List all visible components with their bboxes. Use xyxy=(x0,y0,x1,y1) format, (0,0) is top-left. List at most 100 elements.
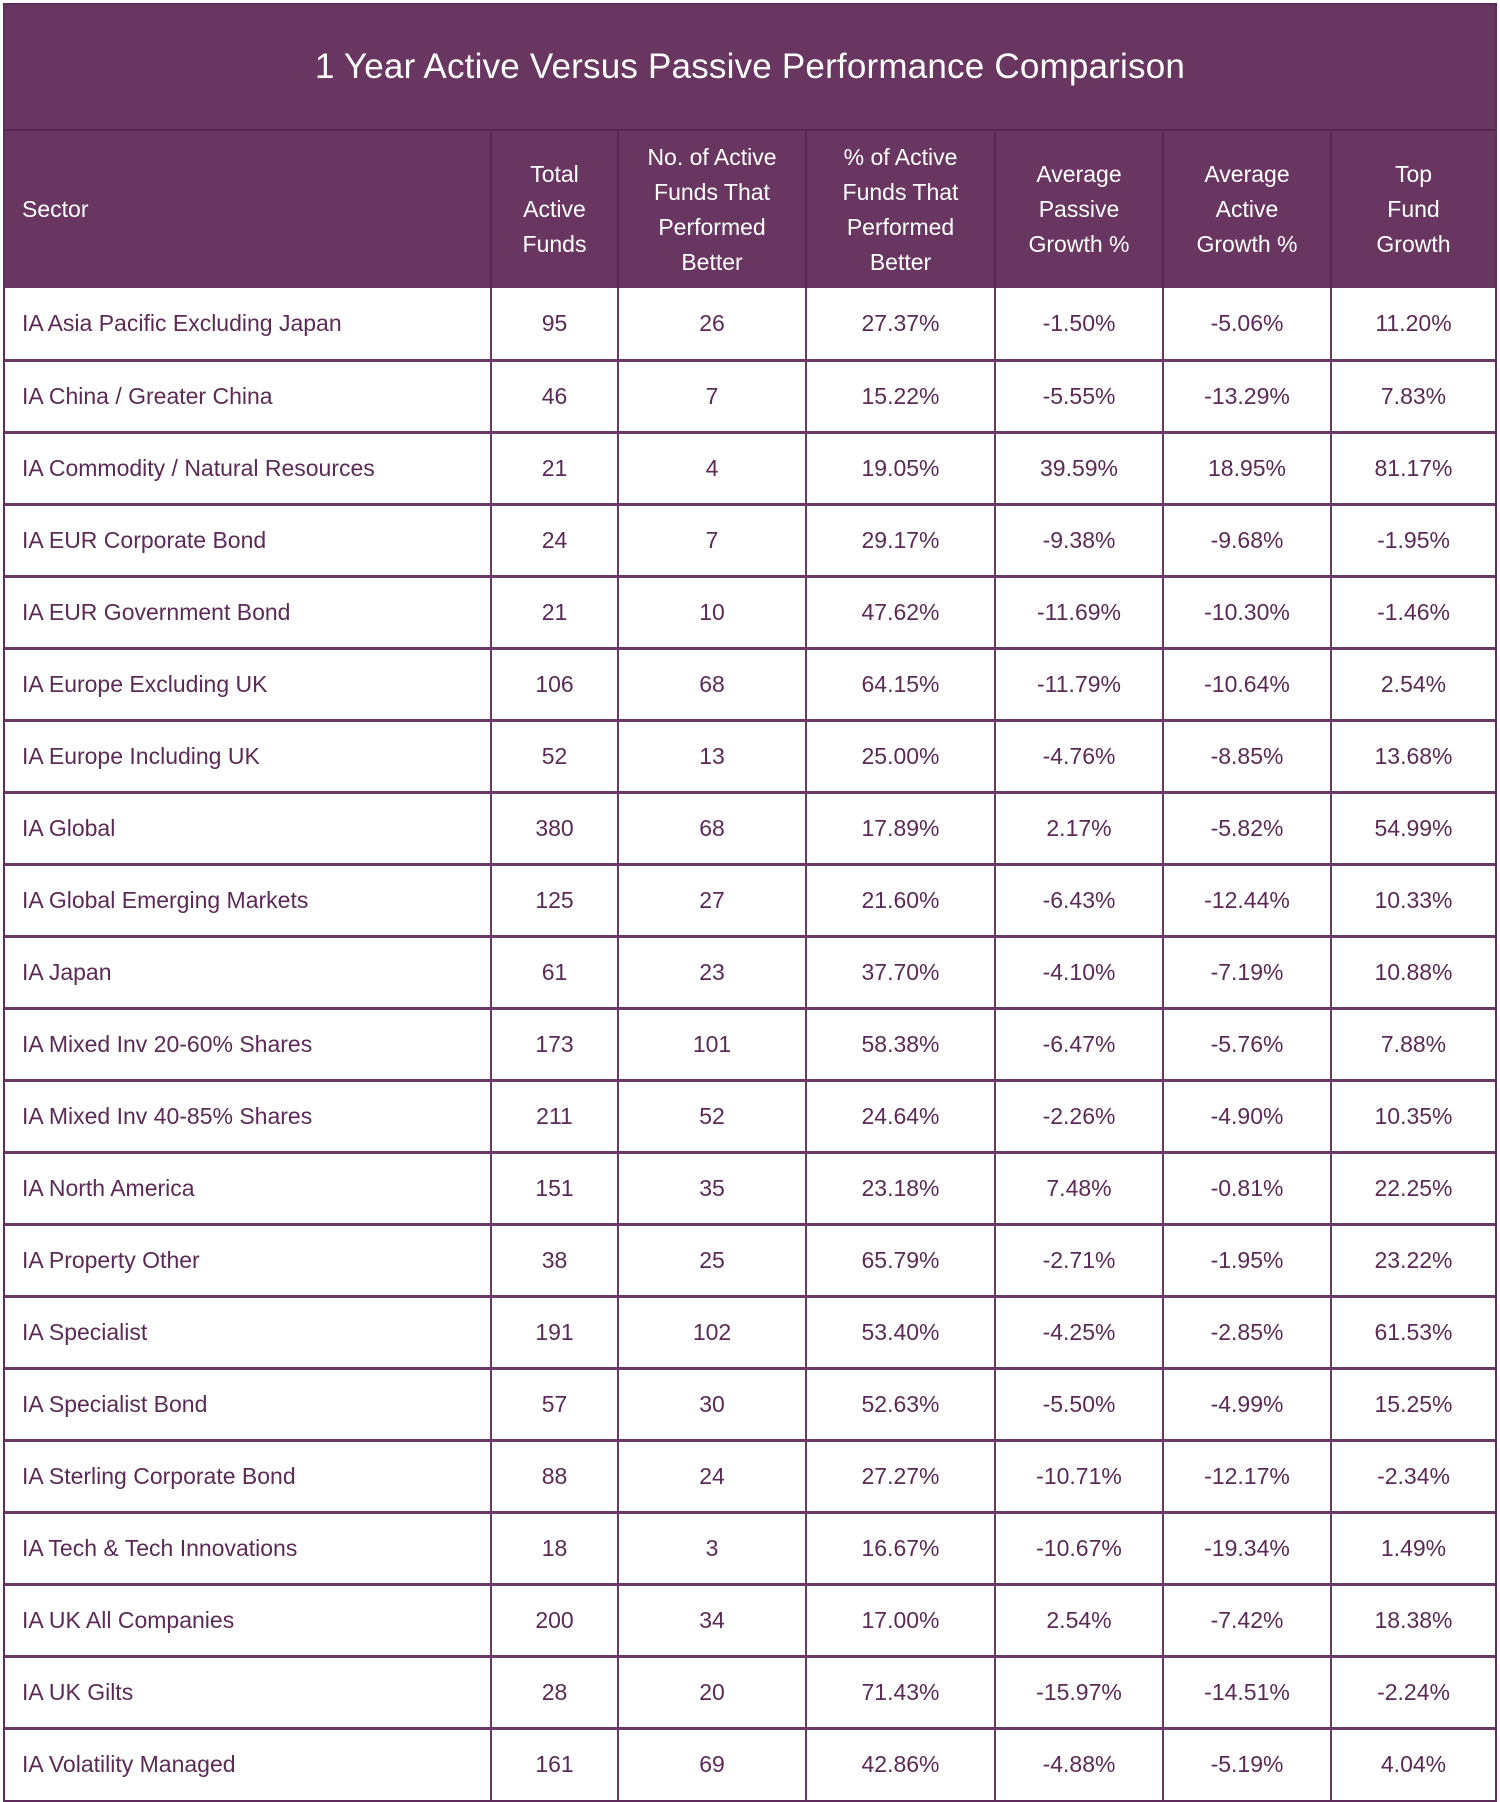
table-row: IA UK All Companies 200 34 17.00% 2.54% -7.42… xyxy=(5,1582,1495,1656)
top-fund-growth-cell: 2.54% xyxy=(1330,646,1495,720)
avg-passive-growth-cell: -4.25% xyxy=(994,1294,1163,1368)
avg-active-growth-cell: -7.19% xyxy=(1162,934,1331,1008)
table-row: IA UK Gilts 28 20 71.43% -15.97% -14.51% -2.24… xyxy=(5,1654,1495,1728)
avg-active-growth-cell: -10.30% xyxy=(1162,574,1331,648)
total-active-funds-cell: 24 xyxy=(490,502,618,576)
active-better-count-cell: 27 xyxy=(617,862,806,936)
avg-passive-growth-cell: -6.47% xyxy=(994,1006,1163,1080)
avg-passive-growth-cell: 2.54% xyxy=(994,1582,1163,1656)
table-row: IA Asia Pacific Excluding Japan 95 26 27.37… xyxy=(5,288,1495,360)
active-better-count-cell: 101 xyxy=(617,1006,806,1080)
avg-active-growth-cell: -5.76% xyxy=(1162,1006,1331,1080)
total-active-funds-cell: 61 xyxy=(490,934,618,1008)
top-fund-growth-cell: -1.46% xyxy=(1330,574,1495,648)
avg-active-growth-cell: -9.68% xyxy=(1162,502,1331,576)
table-row: IA Specialist Bond 57 30 52.63% -5.50% -4.99%… xyxy=(5,1366,1495,1440)
active-better-count-cell: 68 xyxy=(617,646,806,720)
top-fund-growth-cell: -1.95% xyxy=(1330,502,1495,576)
total-active-funds-cell: 38 xyxy=(490,1222,618,1296)
active-better-pct-cell: 64.15% xyxy=(805,646,995,720)
sector-cell: IA Volatility Managed xyxy=(5,1726,491,1800)
top-fund-growth-cell: 15.25% xyxy=(1330,1366,1495,1440)
avg-passive-growth-cell: -15.97% xyxy=(994,1654,1163,1728)
total-active-funds-cell: 18 xyxy=(490,1510,618,1584)
avg-passive-growth-cell: -10.71% xyxy=(994,1438,1163,1512)
top-fund-growth-cell: 10.35% xyxy=(1330,1078,1495,1152)
active-better-pct-cell: 24.64% xyxy=(805,1078,995,1152)
total-active-funds-cell: 151 xyxy=(490,1150,618,1224)
top-fund-growth-cell: 22.25% xyxy=(1330,1150,1495,1224)
table-row: IA Commodity / Natural Resources 21 4 19.05… xyxy=(5,430,1495,504)
active-better-count-cell: 4 xyxy=(617,430,806,504)
table-body: IA Asia Pacific Excluding Japan 95 26 27.37… xyxy=(5,288,1495,1800)
table-row: IA Europe Excluding UK 106 68 64.15% -11.79%… xyxy=(5,646,1495,720)
sector-cell: IA Asia Pacific Excluding Japan xyxy=(22,309,342,336)
active-better-count-cell: 23 xyxy=(617,934,806,1008)
top-fund-growth-cell: -2.34% xyxy=(1330,1438,1495,1512)
total-active-funds-cell: 161 xyxy=(490,1726,618,1800)
top-fund-growth-cell: 7.88% xyxy=(1330,1006,1495,1080)
top-fund-growth-cell: 13.68% xyxy=(1330,718,1495,792)
avg-passive-growth-cell: -6.43% xyxy=(994,862,1163,936)
active-better-count-cell: 13 xyxy=(617,718,806,792)
active-better-pct-cell: 37.70% xyxy=(805,934,995,1008)
sector-cell: IA Europe Excluding UK xyxy=(5,646,491,720)
active-better-count-cell: 26 xyxy=(617,288,806,360)
active-better-pct-cell: 58.38% xyxy=(805,1006,995,1080)
top-fund-growth-cell: 18.38% xyxy=(1330,1582,1495,1656)
total-active-funds-cell: 106 xyxy=(490,646,618,720)
sector-cell: IA North America xyxy=(5,1150,491,1224)
top-fund-growth-cell: 81.17% xyxy=(1330,430,1495,504)
sector-cell: IA Specialist Bond xyxy=(5,1366,491,1440)
sector-cell: IA China / Greater China xyxy=(5,358,491,432)
total-active-funds-cell: 200 xyxy=(490,1582,618,1656)
avg-active-growth-cell: -5.82% xyxy=(1162,790,1331,864)
active-better-pct-cell: 23.18% xyxy=(805,1150,995,1224)
column-header-no-active-better: No. of Active Funds That Performed Bette… xyxy=(617,131,806,288)
active-better-count-cell: 52 xyxy=(617,1078,806,1152)
total-active-funds-cell: 46 xyxy=(490,358,618,432)
table-row: IA Japan 61 23 37.70% -4.10% -7.19% 10.88% xyxy=(5,934,1495,1008)
sector-cell: IA Mixed Inv 20-60% Shares xyxy=(5,1006,491,1080)
avg-active-growth-cell: -0.81% xyxy=(1162,1150,1331,1224)
avg-passive-growth-cell: 7.48% xyxy=(994,1150,1163,1224)
active-better-count-cell: 30 xyxy=(617,1366,806,1440)
column-header-label: Average Active Growth % xyxy=(1196,161,1298,257)
active-better-pct-cell: 71.43% xyxy=(805,1654,995,1728)
avg-passive-growth-cell: -4.76% xyxy=(994,718,1163,792)
active-better-pct-cell: 52.63% xyxy=(805,1366,995,1440)
active-better-pct-cell: 27.37% xyxy=(805,288,995,360)
active-better-pct-cell: 16.67% xyxy=(805,1510,995,1584)
avg-passive-growth-cell: -4.10% xyxy=(994,934,1163,1008)
top-fund-growth-cell: 10.33% xyxy=(1330,862,1495,936)
table-row: IA Property Other 38 25 65.79% -2.71% -1.95% 2… xyxy=(5,1222,1495,1296)
total-active-funds-cell: 28 xyxy=(490,1654,618,1728)
avg-passive-growth-cell: -10.67% xyxy=(994,1510,1163,1584)
avg-active-growth-cell: -5.06% xyxy=(1162,288,1331,360)
active-better-pct-cell: 17.00% xyxy=(805,1582,995,1656)
table-row: IA Global Emerging Markets 125 27 21.60% -6.… xyxy=(5,862,1495,936)
top-fund-growth-cell: 61.53% xyxy=(1330,1294,1495,1368)
column-header-total-active-funds: Total Active Funds xyxy=(490,131,618,288)
sector-cell: IA UK Gilts xyxy=(5,1654,491,1728)
sector-cell: IA Sterling Corporate Bond xyxy=(5,1438,491,1512)
active-better-count-cell: 10 xyxy=(617,574,806,648)
total-active-funds-cell: 173 xyxy=(490,1006,618,1080)
table-row: IA Sterling Corporate Bond 88 24 27.27% -10.… xyxy=(5,1438,1495,1512)
total-active-funds-cell: 191 xyxy=(490,1294,618,1368)
active-better-count-cell: 25 xyxy=(617,1222,806,1296)
sector-cell: IA UK All Companies xyxy=(5,1582,491,1656)
avg-active-growth-cell: -7.42% xyxy=(1162,1582,1331,1656)
column-header-avg-passive-growth: Average Passive Growth % xyxy=(994,131,1163,288)
table-row: IA Europe Including UK 52 13 25.00% -4.76% -8… xyxy=(5,718,1495,792)
table-row: IA EUR Corporate Bond 24 7 29.17% -9.38% -9.6… xyxy=(5,502,1495,576)
table-row: IA Specialist 191 102 53.40% -4.25% -2.85% 61.… xyxy=(5,1294,1495,1368)
avg-passive-growth-cell: -2.26% xyxy=(994,1078,1163,1152)
sector-cell: IA Property Other xyxy=(5,1222,491,1296)
total-active-funds-cell: 21 xyxy=(490,574,618,648)
total-active-funds-cell: 95 xyxy=(490,288,618,360)
total-active-funds-cell: 52 xyxy=(490,718,618,792)
table-title: 1 Year Active Versus Passive Performance… xyxy=(5,5,1495,131)
avg-passive-growth-cell: -9.38% xyxy=(994,502,1163,576)
active-better-count-cell: 102 xyxy=(617,1294,806,1368)
